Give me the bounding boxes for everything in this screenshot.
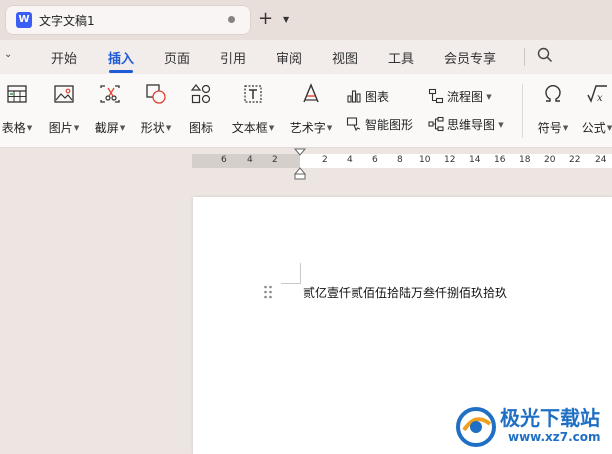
menu-tab-tools[interactable]: 工具	[388, 48, 414, 67]
table-label: 表格	[1, 121, 26, 135]
omega-icon	[545, 84, 561, 102]
formula-button[interactable]: x 公式▼	[578, 82, 612, 138]
menu-tab-home[interactable]: 开始	[51, 48, 77, 67]
watermark-url: www.xz7.com	[508, 430, 601, 444]
menu-divider	[524, 48, 525, 66]
formula-icon: x	[587, 85, 607, 104]
smartart-label: 智能图形	[365, 118, 414, 132]
menu-tab-insert[interactable]: 插入	[108, 48, 134, 67]
indent-marker[interactable]	[293, 148, 307, 183]
search-icon[interactable]	[536, 46, 554, 67]
site-watermark: 极光下载站 www.xz7.com	[452, 402, 612, 454]
textbox-icon	[244, 85, 262, 103]
mindmap-button[interactable]: 思维导图 ▼	[428, 116, 504, 133]
table-icon	[7, 85, 27, 103]
menu-tab-member[interactable]: 会员专享	[444, 48, 496, 67]
chevron-down-icon: ▼	[496, 121, 504, 129]
chart-button[interactable]: 图表	[346, 88, 389, 105]
ribbon-divider	[522, 84, 523, 138]
ruler-number: 22	[569, 155, 581, 165]
ruler-number: 2	[272, 155, 278, 165]
menu-bar: ⌄ 开始 插入 页面 引用 审阅 视图 工具 会员专享	[0, 40, 612, 74]
ruler-margin-area	[192, 154, 300, 168]
icon-library-label: 图标	[188, 121, 213, 135]
chevron-down-icon: ▼	[606, 124, 612, 132]
table-button[interactable]: 表格▼	[0, 82, 38, 138]
wordart-label: 艺术字	[289, 121, 326, 135]
icon-library-icon	[190, 84, 211, 104]
writer-app-icon: W	[16, 12, 32, 28]
chevron-down-icon: ▼	[562, 124, 569, 132]
menu-tab-reference[interactable]: 引用	[220, 48, 246, 67]
document-tab[interactable]: W 文字文稿1	[6, 6, 250, 34]
screenshot-icon	[100, 85, 120, 103]
icon-library-button[interactable]: 图标	[182, 82, 220, 138]
formula-label: 公式	[581, 121, 606, 135]
ruler-number: 24	[595, 155, 607, 165]
watermark-title: 极光下载站	[500, 406, 600, 430]
ruler-number: 8	[397, 155, 403, 165]
svg-text:x: x	[597, 93, 603, 104]
image-label: 图片	[48, 121, 73, 135]
ruler-number: 20	[544, 155, 556, 165]
margin-corner-mark	[300, 263, 301, 283]
ruler-number: 4	[347, 155, 353, 165]
flowchart-label: 流程图	[447, 90, 484, 104]
screenshot-button[interactable]: 截屏▼	[90, 82, 130, 138]
menu-collapse-chevron-icon[interactable]: ⌄	[4, 49, 12, 60]
margin-corner-mark	[281, 283, 301, 284]
document-tab-title: 文字文稿1	[39, 14, 95, 28]
menu-tab-page[interactable]: 页面	[164, 48, 190, 67]
ruler-number: 6	[372, 155, 378, 165]
flowchart-button[interactable]: 流程图 ▼	[428, 88, 492, 105]
mindmap-label: 思维导图	[447, 118, 496, 132]
wordart-button[interactable]: 艺术字▼	[285, 82, 337, 138]
image-icon	[54, 85, 74, 103]
new-tab-dropdown-icon[interactable]: ▼	[283, 15, 289, 24]
symbol-button[interactable]: 符号▼	[534, 82, 572, 138]
ruler-number: 12	[444, 155, 456, 165]
new-tab-button[interactable]: +	[258, 10, 273, 28]
document-paragraph[interactable]: 贰亿壹仟贰佰伍拾陆万叁仟捌佰玖拾玖	[303, 284, 507, 301]
watermark-logo-icon	[456, 407, 496, 447]
flowchart-icon	[428, 88, 444, 104]
title-bar: W 文字文稿1 + ▼	[0, 0, 612, 40]
mindmap-icon	[428, 116, 444, 132]
menu-tab-review[interactable]: 审阅	[276, 48, 302, 67]
chart-label: 图表	[365, 90, 390, 104]
ruler-number: 6	[221, 155, 227, 165]
shape-button[interactable]: 形状▼	[136, 82, 176, 138]
ruler-number: 16	[494, 155, 506, 165]
unsaved-dot-icon[interactable]	[228, 16, 235, 23]
shape-icon	[146, 84, 166, 104]
chevron-down-icon: ▼	[73, 124, 80, 132]
smartart-button[interactable]: 智能图形	[346, 116, 413, 133]
ruler-number: 10	[419, 155, 431, 165]
chevron-down-icon: ▼	[326, 124, 333, 132]
image-button[interactable]: 图片▼	[44, 82, 84, 138]
menu-tab-view[interactable]: 视图	[332, 48, 358, 67]
ruler-number: 14	[469, 155, 481, 165]
paragraph-drag-handle-icon[interactable]	[263, 284, 273, 303]
chevron-down-icon: ▼	[26, 124, 33, 132]
smartart-icon	[346, 117, 361, 132]
chevron-down-icon: ▼	[484, 93, 492, 101]
chevron-down-icon: ▼	[165, 124, 172, 132]
chart-icon	[347, 90, 361, 103]
wordart-icon	[303, 83, 319, 103]
symbol-label: 符号	[537, 121, 562, 135]
chevron-down-icon: ▼	[119, 124, 126, 132]
ruler-number: 2	[322, 155, 328, 165]
horizontal-ruler[interactable]: 6 4 2 2 4 6 8 10 12 14 16 18 20 22 24	[192, 154, 612, 168]
textbox-label: 文本框	[231, 121, 268, 135]
ruler-number: 4	[247, 155, 253, 165]
shape-label: 形状	[140, 121, 165, 135]
insert-ribbon: 表格▼ 图片▼ 截屏▼ 形状▼ 图标 文本框▼ 艺术字▼ 图表 智能图形 流程图…	[0, 74, 612, 148]
active-tab-indicator	[109, 70, 133, 73]
screenshot-label: 截屏	[94, 121, 119, 135]
ruler-number: 18	[519, 155, 531, 165]
textbox-button[interactable]: 文本框▼	[228, 82, 278, 138]
chevron-down-icon: ▼	[268, 124, 275, 132]
